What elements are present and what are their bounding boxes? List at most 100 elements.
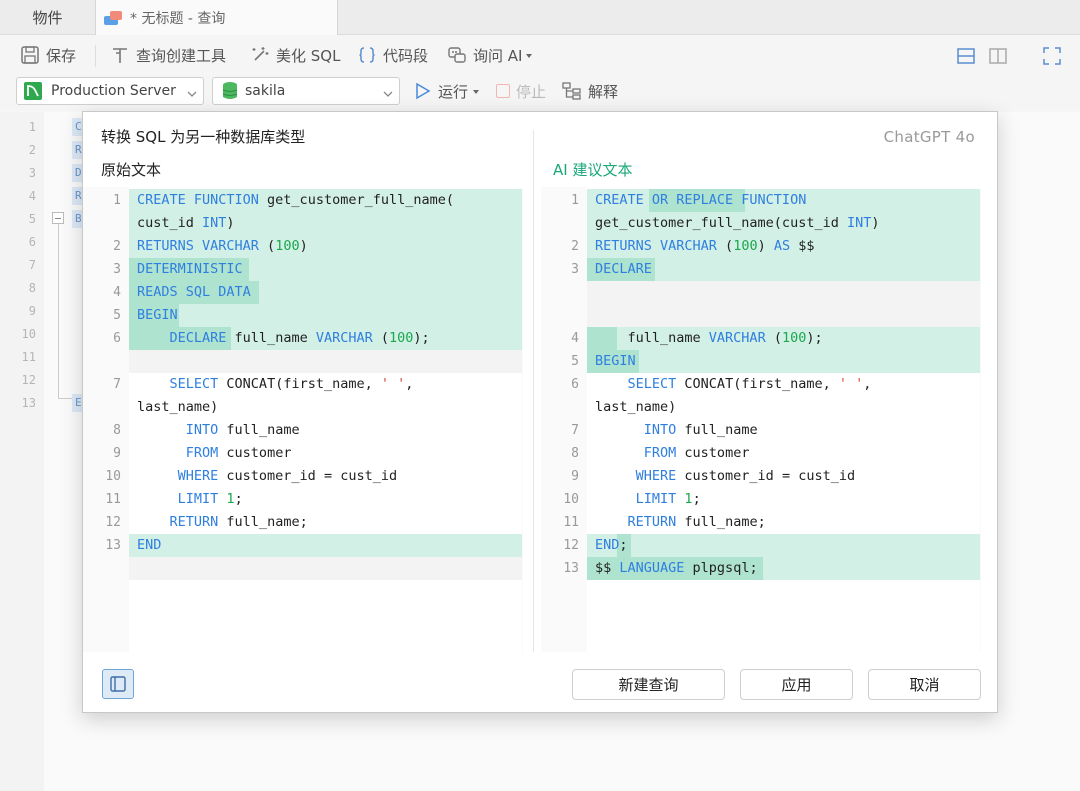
code-snippet-button[interactable]: 代码段: [357, 35, 428, 75]
sql-token: last_name): [595, 399, 677, 415]
stop-button[interactable]: 停止: [496, 77, 546, 105]
layout-horizontal-icon[interactable]: [956, 46, 976, 66]
sql-keyword: BEGIN: [137, 307, 178, 323]
save-button[interactable]: 保存: [20, 35, 76, 75]
suggested-code-pane[interactable]: 1 CREATE OR REPLACE FUNCTION get_customer_…: [541, 187, 981, 652]
code-line: last_name): [83, 396, 523, 419]
run-button[interactable]: 运行: [414, 77, 480, 105]
line-number: 1: [28, 120, 36, 134]
sql-keyword: INT: [202, 215, 227, 231]
stop-label: 停止: [516, 82, 547, 101]
editor-code-text: C: [75, 120, 82, 133]
chevron-down-icon: [187, 86, 197, 97]
code-line: 7 INTO full_name: [541, 419, 981, 442]
original-code-pane[interactable]: 1 CREATE FUNCTION get_customer_full_name(…: [83, 187, 523, 652]
code-line: 10 WHERE customer_id = cust_id: [83, 465, 523, 488]
code-line-text: cust_id INT): [137, 212, 235, 235]
code-line-number: 1: [113, 193, 121, 208]
ask-ai-label: 询问 AI: [473, 46, 523, 65]
code-line: 1 CREATE OR REPLACE FUNCTION: [541, 189, 981, 212]
sql-keyword: WHERE: [635, 468, 677, 484]
code-line: 10 LIMIT 1;: [541, 488, 981, 511]
query-builder-button[interactable]: 查询创建工具: [110, 35, 226, 75]
sql-token: get_customer_full_name(: [258, 192, 454, 208]
sql-token: $$: [595, 560, 620, 576]
explain-button[interactable]: 解释: [562, 77, 618, 105]
apply-button[interactable]: 应用: [740, 669, 853, 700]
code-line-number: 1: [571, 193, 579, 208]
code-line-number: 3: [571, 262, 579, 277]
sql-token: $$: [790, 238, 815, 254]
code-line-text: DECLARE: [595, 258, 652, 281]
query-builder-icon: [110, 45, 130, 65]
code-line: 4 full_name VARCHAR (100);: [541, 327, 981, 350]
sql-keyword: END: [595, 537, 620, 553]
code-line-text: RETURNS VARCHAR (100): [137, 235, 308, 258]
code-line-number: 3: [113, 262, 121, 277]
code-line-text: RETURNS VARCHAR (100) AS $$: [595, 235, 815, 258]
code-line-number: 12: [105, 515, 121, 530]
fullscreen-icon[interactable]: [1042, 46, 1062, 66]
code-line-number: 11: [563, 515, 579, 530]
code-line: 8 INTO full_name: [83, 419, 523, 442]
code-line-text: BEGIN: [137, 304, 178, 327]
code-line: 13 $$ LANGUAGE plpgsql;: [541, 557, 981, 580]
fold-toggle[interactable]: [52, 212, 64, 224]
code-line-number: 2: [113, 239, 121, 254]
sql-keyword: RETURNS VARCHAR: [137, 238, 259, 254]
dialog-title: 转换 SQL 为另一种数据库类型: [101, 128, 306, 146]
sql-keyword: CREATE OR REPLACE FUNCTION: [595, 192, 807, 208]
code-line: 3 DECLARE: [541, 258, 981, 281]
code-line-text: DECLARE full_name VARCHAR (100);: [137, 327, 430, 350]
code-line-text: SELECT CONCAT(first_name, ' ',: [137, 373, 414, 396]
code-line: get_customer_full_name(cust_id INT): [541, 212, 981, 235]
sql-token: ;: [619, 537, 628, 553]
code-line-text: BEGIN: [595, 350, 636, 373]
sql-keyword: RETURN: [169, 514, 219, 530]
query-builder-label: 查询创建工具: [136, 46, 227, 65]
sql-token: ;: [692, 491, 701, 507]
sql-token: (: [716, 238, 734, 254]
sql-number: 100: [389, 330, 414, 346]
toolbar-divider: [95, 45, 96, 67]
code-line-number: 7: [571, 423, 579, 438]
code-line: 7 SELECT CONCAT(first_name, ' ',: [83, 373, 523, 396]
toggle-panel-button[interactable]: [102, 669, 134, 699]
new-query-button[interactable]: 新建查询: [572, 669, 725, 700]
sql-keyword: LIMIT: [177, 491, 219, 507]
code-line-text: WHERE customer_id = cust_id: [595, 465, 855, 488]
sql-keyword: VARCHAR: [315, 330, 373, 346]
code-line-text: FROM customer: [137, 442, 292, 465]
line-number: 3: [28, 166, 36, 180]
code-line-text: INTO full_name: [137, 419, 300, 442]
tab-query[interactable]: * 无标题 - 查询: [96, 0, 338, 35]
tab-bar: 物件 * 无标题 - 查询: [0, 0, 1080, 35]
line-number: 6: [28, 235, 36, 249]
code-line: 2 RETURNS VARCHAR (100) AS $$: [541, 235, 981, 258]
code-line: last_name): [541, 396, 981, 419]
sql-string: ' ': [838, 376, 864, 392]
sql-token: full_name: [218, 422, 300, 438]
sql-keyword: SELECT: [627, 376, 677, 392]
beautify-sql-button[interactable]: 美化 SQL: [250, 35, 340, 75]
tab-objects[interactable]: 物件: [0, 0, 96, 34]
sql-token: last_name): [137, 399, 219, 415]
code-line: 3 DETERMINISTIC: [83, 258, 523, 281]
ask-ai-button[interactable]: 询问 AI: [447, 35, 533, 75]
code-line: 1 CREATE FUNCTION get_customer_full_name(: [83, 189, 523, 212]
cancel-button[interactable]: 取消: [868, 669, 981, 700]
layout-vertical-icon[interactable]: [988, 46, 1008, 66]
connection-select[interactable]: Production Server: [16, 77, 204, 105]
line-number: 10: [21, 327, 36, 341]
database-select[interactable]: sakila: [212, 77, 400, 105]
